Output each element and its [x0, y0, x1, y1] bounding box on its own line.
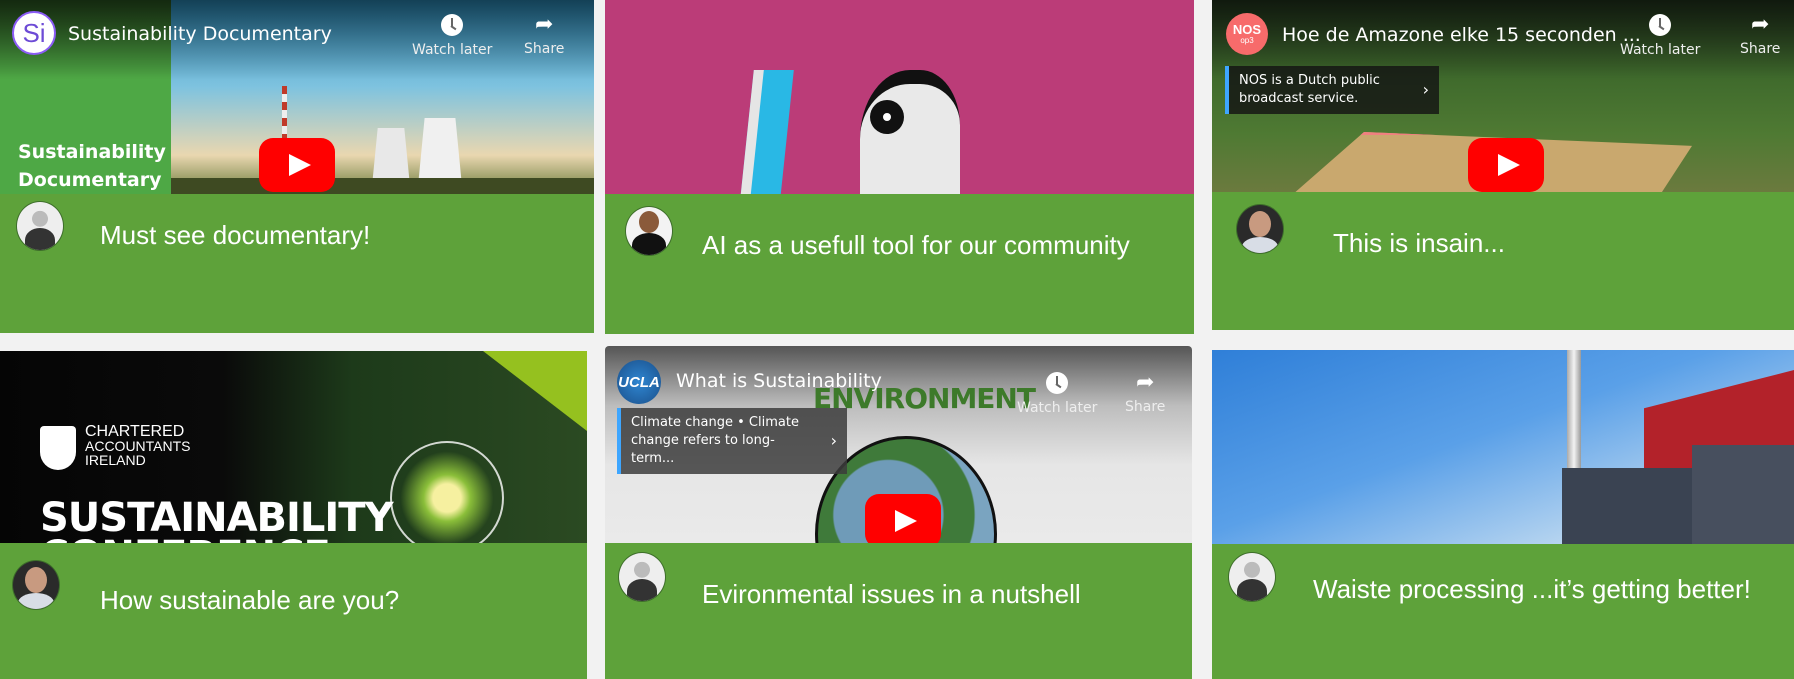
video-embed[interactable]: NOS op3 Hoe de Amazone elke 15 seconden … [1212, 0, 1794, 192]
post-caption: AI as a usefull tool for our community [702, 230, 1130, 260]
play-button[interactable] [259, 138, 335, 192]
person-face [1249, 211, 1271, 237]
info-card-text: Climate change • Climate change refers t… [631, 415, 799, 466]
author-avatar[interactable] [618, 552, 666, 602]
brand-line: CHARTERED [85, 423, 185, 440]
post-caption-band: How sustainable are you? [0, 543, 587, 679]
person-silhouette [25, 228, 55, 250]
channel-avatar[interactable]: Si [12, 11, 56, 55]
channel-badge-text: UCLA [618, 373, 660, 391]
post-image[interactable]: CHARTERED ACCOUNTANTS IRELAND SUSTAINABI… [0, 351, 587, 545]
post-caption-band: This is insain... [1212, 192, 1794, 330]
post-card: ENVIRONMENT UCLA What is Sustainability … [605, 346, 1192, 679]
info-card-text: NOS is a Dutch public broadcast service. [1239, 73, 1380, 106]
post-caption: Must see documentary! [100, 220, 371, 250]
robot-head-illustration [860, 70, 960, 194]
person-body [18, 593, 54, 609]
channel-avatar[interactable]: NOS op3 [1226, 13, 1268, 55]
post-caption: Waiste processing ...it’s getting better… [1313, 574, 1751, 604]
share-label: Share [1740, 41, 1781, 57]
chevron-right-icon: › [1422, 80, 1429, 99]
treeline [171, 178, 594, 194]
author-avatar[interactable] [1236, 204, 1284, 254]
share-button[interactable]: ➦ Share [1740, 12, 1780, 57]
monitor-illustration [740, 70, 794, 194]
post-caption-band: Must see documentary! [0, 194, 594, 333]
watch-later-label: Watch later [1620, 42, 1701, 58]
building-dark [1692, 445, 1794, 544]
post-card: NOS op3 Hoe de Amazone elke 15 seconden … [1212, 0, 1794, 330]
watch-later-button[interactable]: Watch later [412, 14, 492, 58]
logo-shield-icon [40, 426, 76, 470]
person-silhouette [1237, 579, 1267, 601]
cooling-tower [418, 118, 462, 186]
person-silhouette [639, 211, 659, 233]
video-embed[interactable]: ENVIRONMENT UCLA What is Sustainability … [605, 346, 1192, 545]
post-card: Waiste processing ...it’s getting better… [1212, 350, 1794, 679]
share-icon: ➦ [1135, 370, 1155, 395]
watch-later-label: Watch later [1017, 400, 1098, 416]
person-body [1242, 237, 1278, 253]
chevron-right-icon: › [830, 431, 837, 450]
watch-later-button[interactable]: Watch later [1017, 372, 1097, 416]
share-icon: ➦ [534, 12, 554, 37]
lightbulb-graphic [390, 441, 504, 545]
author-avatar[interactable] [16, 201, 64, 251]
post-image[interactable] [1212, 350, 1794, 544]
clock-icon [1649, 14, 1672, 36]
share-icon: ➦ [1750, 12, 1770, 37]
brand-line: ACCOUNTANTS [85, 438, 191, 454]
smokestack [1567, 350, 1581, 480]
video-title[interactable]: Hoe de Amazone elke 15 seconden ... [1282, 24, 1641, 46]
post-caption: Evironmental issues in a nutshell [702, 579, 1081, 609]
post-caption: How sustainable are you? [100, 585, 400, 615]
channel-badge-text: Si [22, 17, 46, 48]
post-card: CHARTERED ACCOUNTANTS IRELAND SUSTAINABI… [0, 351, 587, 679]
play-button[interactable] [1468, 138, 1544, 192]
post-caption-band: Waiste processing ...it’s getting better… [1212, 544, 1794, 679]
post-caption: This is insain... [1333, 228, 1505, 258]
info-card[interactable]: NOS is a Dutch public broadcast service.… [1225, 66, 1439, 114]
person-body [632, 233, 666, 255]
accent-corner [483, 351, 587, 431]
share-button[interactable]: ➦ Share [524, 12, 564, 57]
author-avatar[interactable] [625, 206, 673, 256]
video-title[interactable]: Sustainability Documentary [68, 23, 332, 45]
channel-avatar[interactable]: UCLA [617, 360, 661, 404]
person-face [25, 567, 47, 593]
channel-badge-text: NOS [1232, 22, 1262, 37]
channel-badge-sub: op3 [1240, 36, 1254, 45]
play-button[interactable] [865, 494, 941, 545]
post-caption-band: AI as a usefull tool for our community [605, 194, 1194, 334]
person-silhouette [627, 579, 657, 601]
overlay-title: Sustainability Documentary [18, 141, 166, 191]
clock-icon [441, 14, 464, 36]
brand-name: CHARTERED ACCOUNTANTS IRELAND [85, 423, 191, 468]
share-label: Share [524, 41, 565, 57]
video-title[interactable]: What is Sustainability [676, 370, 882, 392]
video-embed[interactable]: Si Sustainability Documentary Watch late… [0, 0, 594, 194]
headline: SUSTAINABILITY CONFERENCE [40, 495, 394, 545]
author-avatar[interactable] [1228, 552, 1276, 602]
share-button[interactable]: ➦ Share [1125, 370, 1165, 415]
post-card: Si Sustainability Documentary Watch late… [0, 0, 594, 333]
headline-line: SUSTAINABILITY [40, 495, 394, 541]
share-label: Share [1125, 399, 1166, 415]
watch-later-button[interactable]: Watch later [1620, 14, 1700, 58]
post-caption-band: Evironmental issues in a nutshell [605, 543, 1192, 679]
watch-later-label: Watch later [412, 42, 493, 58]
post-image[interactable] [605, 0, 1194, 194]
robot-ear [870, 100, 904, 134]
author-avatar[interactable] [12, 560, 60, 610]
clock-icon [1046, 372, 1069, 394]
post-card: AI as a usefull tool for our community [605, 0, 1194, 334]
info-card[interactable]: Climate change • Climate change refers t… [617, 408, 847, 474]
brand-line: IRELAND [85, 452, 146, 468]
